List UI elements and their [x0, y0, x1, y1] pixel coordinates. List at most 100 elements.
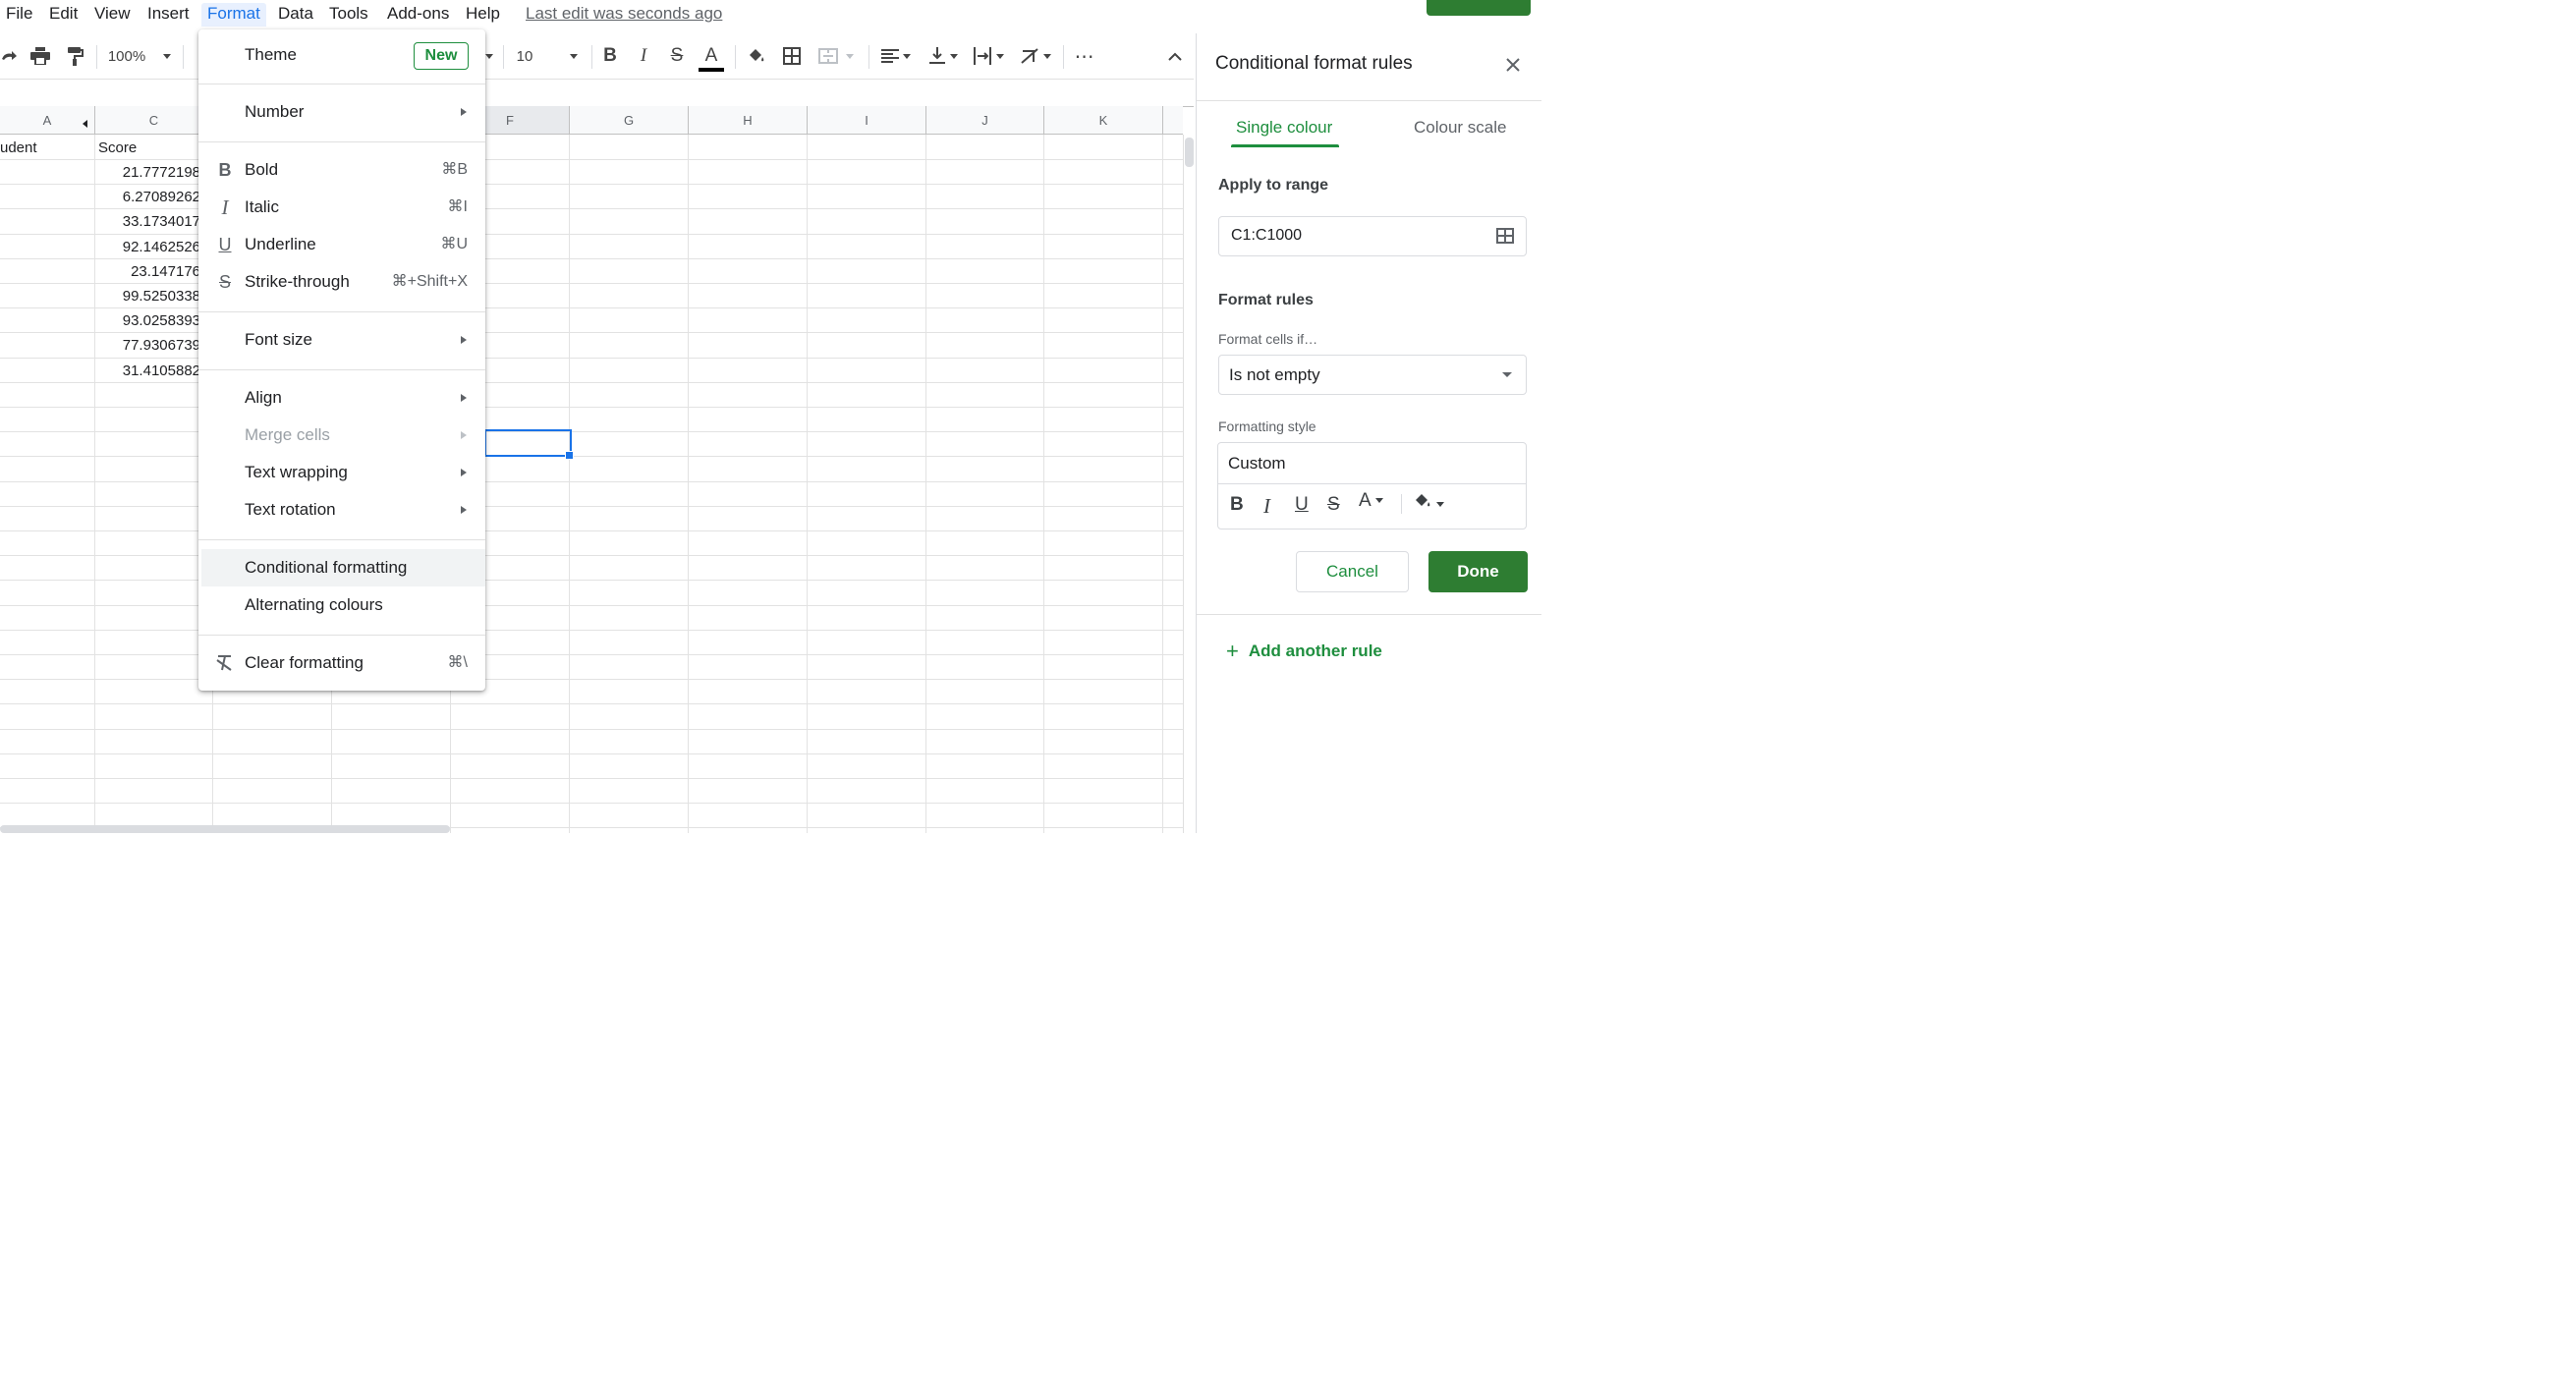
formatting-style-box: Custom B I U S A — [1217, 442, 1527, 529]
menu-item-text-rotation[interactable]: Text rotation — [198, 491, 485, 529]
cell-c1[interactable]: Score — [98, 136, 206, 160]
bold-icon[interactable]: B — [1230, 494, 1244, 516]
text-color-icon[interactable]: A — [1359, 490, 1383, 512]
cell-a1[interactable]: udent — [0, 136, 93, 160]
style-preset-select[interactable]: Custom — [1228, 454, 1286, 474]
italic-icon[interactable]: I — [631, 33, 656, 79]
cancel-button[interactable]: Cancel — [1296, 551, 1409, 592]
selected-cell[interactable] — [484, 429, 572, 457]
shortcut-italic: ⌘I — [447, 198, 468, 215]
score-cell[interactable]: 6.27089262 — [95, 185, 200, 209]
merge-cells-icon[interactable] — [813, 33, 859, 79]
score-cell[interactable]: 92.1462526 — [95, 235, 200, 259]
column-header-h[interactable]: H — [689, 106, 808, 135]
submenu-arrow-icon — [461, 336, 467, 344]
fill-handle[interactable] — [565, 451, 574, 460]
done-button[interactable]: Done — [1428, 551, 1528, 592]
add-another-rule-button[interactable]: + Add another rule — [1226, 639, 1382, 664]
zoom-select[interactable]: 100% — [104, 33, 175, 79]
menu-tools[interactable]: Tools — [323, 3, 374, 27]
select-range-icon[interactable] — [1496, 228, 1514, 244]
horizontal-scroll-thumb[interactable] — [0, 825, 450, 833]
score-cell[interactable]: 77.9306739 — [95, 333, 200, 358]
score-cell[interactable]: 31.4105882 — [95, 359, 200, 383]
plus-icon: + — [1226, 639, 1239, 663]
more-icon[interactable]: ⋯ — [1071, 33, 1098, 79]
text-color-icon[interactable]: A — [696, 33, 727, 79]
column-header-g[interactable]: G — [570, 106, 689, 135]
menu-format[interactable]: Format — [201, 3, 266, 27]
italic-icon[interactable]: I — [1263, 494, 1270, 519]
formula-bar[interactable] — [0, 79, 1194, 107]
condition-select[interactable]: Is not empty — [1218, 355, 1527, 395]
fill-color-icon[interactable] — [1413, 492, 1444, 516]
menu-view[interactable]: View — [88, 3, 137, 27]
borders-icon[interactable] — [778, 33, 806, 79]
strikethrough-icon[interactable]: S — [664, 33, 690, 79]
menu-item-italic[interactable]: I Italic ⌘I — [198, 189, 485, 226]
vertical-scrollbar[interactable] — [1183, 135, 1195, 833]
menu-help[interactable]: Help — [460, 3, 506, 27]
collapse-left-icon[interactable] — [81, 116, 90, 134]
column-header-l[interactable] — [1163, 106, 1183, 135]
column-header-j[interactable]: J — [926, 106, 1044, 135]
range-input[interactable]: C1:C1000 — [1218, 216, 1527, 256]
menu-addons[interactable]: Add-ons — [381, 3, 455, 27]
comment-icon[interactable] — [1373, 0, 1401, 12]
last-edit-link[interactable]: Last edit was seconds ago — [526, 3, 722, 25]
row-gridline — [0, 407, 1183, 408]
row-gridline — [0, 752, 1183, 754]
score-cell[interactable]: 23.147176 — [95, 259, 200, 284]
toolbar-divider — [868, 45, 869, 69]
column-header-i[interactable]: I — [808, 106, 926, 135]
submenu-arrow-icon — [461, 469, 467, 476]
row-gridline — [0, 778, 1183, 779]
text-wrap-icon[interactable] — [969, 33, 1008, 79]
menu-file[interactable]: File — [0, 3, 38, 27]
text-rotation-icon[interactable] — [1016, 33, 1055, 79]
strikethrough-icon[interactable]: S — [1327, 494, 1340, 516]
font-size-select[interactable]: 10 — [511, 33, 584, 79]
score-cell[interactable]: 33.1734017 — [95, 209, 200, 234]
menu-item-bold[interactable]: B Bold ⌘B — [198, 151, 485, 189]
fill-color-icon[interactable] — [743, 33, 770, 79]
menu-item-theme[interactable]: Theme New — [198, 36, 485, 74]
tab-colour-scale[interactable]: Colour scale — [1414, 118, 1507, 138]
active-tab-indicator — [1231, 144, 1339, 147]
bold-icon[interactable]: B — [597, 33, 623, 79]
menu-item-strikethrough[interactable]: S Strike-through ⌘+Shift+X — [198, 263, 485, 301]
chevron-down-icon — [570, 53, 579, 59]
menu-data[interactable]: Data — [272, 3, 319, 27]
menu-item-conditional-formatting[interactable]: Conditional formatting — [201, 549, 485, 586]
menu-item-clear-formatting[interactable]: Clear formatting ⌘\ — [198, 644, 485, 682]
row-gridline — [0, 803, 1183, 805]
menu-item-underline[interactable]: U Underline ⌘U — [198, 226, 485, 263]
score-cell[interactable]: 99.5250338 — [95, 284, 200, 308]
new-badge: New — [414, 42, 469, 70]
score-cell[interactable]: 93.0258393 — [95, 308, 200, 333]
menu-item-text-wrapping[interactable]: Text wrapping — [198, 454, 485, 491]
row-gridline — [0, 505, 1183, 507]
menu-edit[interactable]: Edit — [43, 3, 84, 27]
collapse-toolbar-icon[interactable] — [1161, 33, 1189, 79]
share-button[interactable] — [1427, 0, 1531, 16]
menu-divider — [198, 539, 485, 540]
tab-single-colour[interactable]: Single colour — [1236, 118, 1332, 138]
underline-icon[interactable]: U — [1295, 494, 1309, 516]
score-cell[interactable]: 21.7772198 — [95, 160, 200, 185]
menu-item-alternating-colours[interactable]: Alternating colours — [198, 586, 485, 624]
vertical-align-icon[interactable] — [924, 33, 963, 79]
redo-icon[interactable] — [0, 33, 18, 79]
vertical-scroll-thumb[interactable] — [1185, 138, 1194, 167]
column-header-k[interactable]: K — [1044, 106, 1163, 135]
menu-item-font-size[interactable]: Font size — [198, 321, 485, 359]
close-icon[interactable] — [1505, 55, 1521, 77]
menu-insert[interactable]: Insert — [141, 3, 196, 27]
column-header-c[interactable]: C — [95, 106, 213, 135]
row-gridline — [0, 530, 1183, 531]
paint-format-icon[interactable] — [61, 33, 88, 79]
print-icon[interactable] — [27, 33, 54, 79]
menu-item-number[interactable]: Number — [198, 93, 485, 131]
align-icon[interactable] — [876, 33, 916, 79]
menu-item-align[interactable]: Align — [198, 379, 485, 417]
